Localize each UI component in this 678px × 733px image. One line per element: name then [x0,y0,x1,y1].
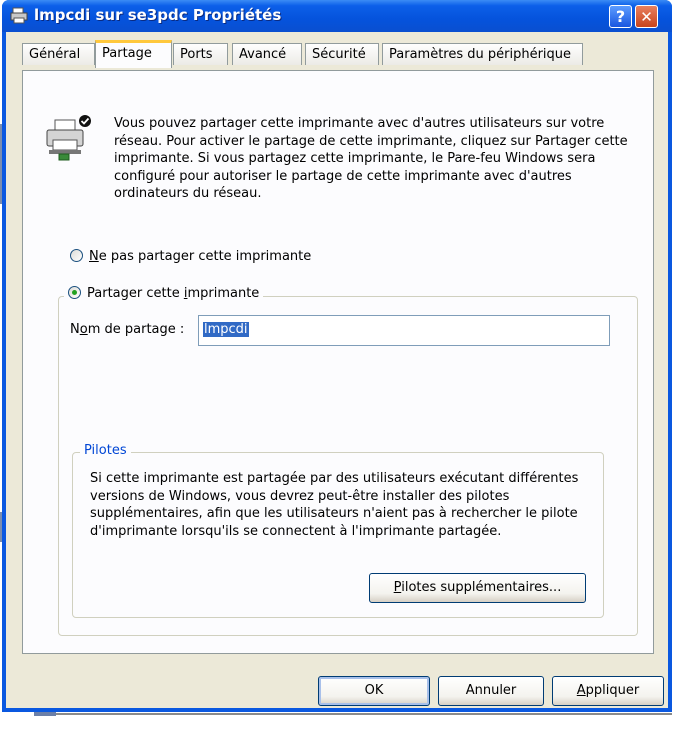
share-label-prefix: Partager cette [87,286,184,301]
no-share-label: e pas partager cette imprimante [98,249,312,264]
additional-drivers-button[interactable]: Pilotes supplémentaires... [369,573,586,603]
sharing-description: Vous pouvez partager cette imprimante av… [114,116,628,201]
tab-ports[interactable]: Ports [173,43,228,65]
share-option[interactable]: Partager cette imprimante [64,286,264,301]
share-label-suffix: mprimante [187,286,260,301]
tab-securite[interactable]: Sécurité [305,43,379,65]
window-title: lmpcdi sur se3pdc Propriétés [34,6,282,24]
share-name-value: lmpcdi [203,322,249,337]
tab-avance[interactable]: Avancé [232,43,302,65]
share-radio[interactable] [68,286,81,299]
ok-button[interactable]: OK [318,676,430,706]
no-share-option[interactable]: Ne pas partager cette imprimante [70,249,311,264]
printer-title-icon [10,7,28,24]
bottom-edge-line [34,713,672,715]
share-name-label: Nom de partage : [70,322,185,337]
no-share-mnemonic: N [89,249,99,264]
tab-partage[interactable]: Partage [95,40,172,68]
drivers-legend: Pilotes [80,443,131,458]
share-name-input[interactable]: lmpcdi [198,315,610,346]
no-share-radio[interactable] [70,249,83,262]
cancel-button[interactable]: Annuler [438,676,544,706]
help-button[interactable]: ? [609,5,632,28]
shared-printer-icon [46,115,91,161]
bottom-edge-accent [34,712,56,716]
tab-general[interactable]: Général [22,43,95,65]
title-bar[interactable]: lmpcdi sur se3pdc Propriétés ? ✕ [2,0,672,32]
tab-parametres-peripherique[interactable]: Paramètres du périphérique [382,43,583,65]
apply-button[interactable]: Appliquer [552,676,664,706]
close-button[interactable]: ✕ [635,5,658,28]
drivers-description: Si cette imprimante est partagée par des… [90,471,579,539]
